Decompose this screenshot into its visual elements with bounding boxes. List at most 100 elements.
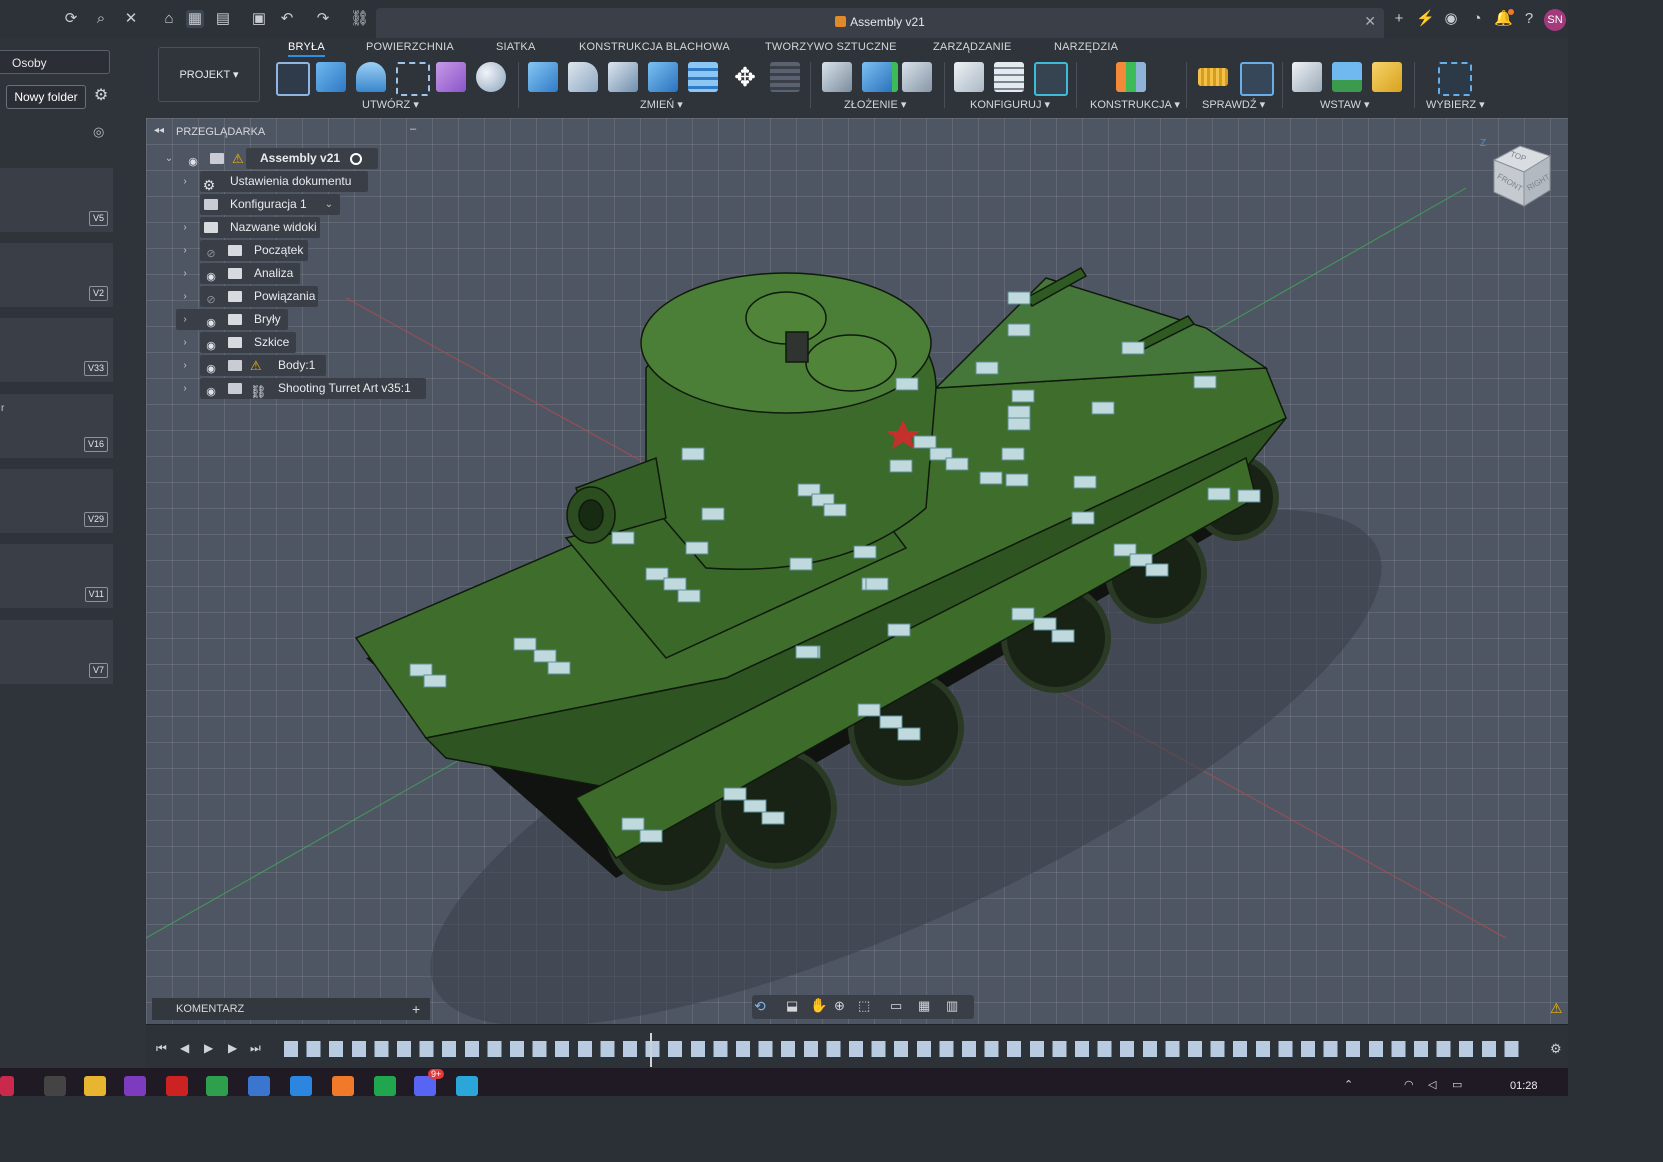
- file-card[interactable]: V2: [0, 243, 113, 307]
- go-to-start-icon[interactable]: ⏮: [156, 1041, 167, 1056]
- chevron-right-icon[interactable]: ›: [180, 240, 190, 261]
- fillet-icon[interactable]: [568, 62, 598, 92]
- eye-icon[interactable]: ◉: [204, 313, 218, 329]
- tab-close-icon[interactable]: ✕: [1364, 13, 1376, 30]
- configure-icon[interactable]: [954, 62, 984, 92]
- pan-icon[interactable]: ✋: [810, 997, 827, 1014]
- group-wybierz[interactable]: WYBIERZ ▾: [1426, 98, 1485, 111]
- opera-icon[interactable]: [166, 1076, 188, 1096]
- tree-root[interactable]: ⌄ ◉ ⚠ Assembly v21: [162, 148, 378, 169]
- tree-item[interactable]: › ◉ ⚠ Body:1: [180, 355, 326, 376]
- eye-icon[interactable]: ◉: [186, 152, 200, 168]
- select-window-icon[interactable]: [1438, 62, 1472, 96]
- file-card[interactable]: V11: [0, 544, 113, 608]
- activate-radio-icon[interactable]: [350, 153, 362, 165]
- revolve-icon[interactable]: [356, 62, 386, 92]
- view-cube[interactable]: TOP FRONT RIGHT: [1486, 142, 1552, 212]
- minimize-icon[interactable]: –: [410, 123, 416, 135]
- tree-item[interactable]: › ◉ Szkice: [180, 332, 296, 353]
- eye-icon[interactable]: ◉: [204, 336, 218, 352]
- new-tab-icon[interactable]: +: [1390, 10, 1408, 28]
- press-pull-icon[interactable]: [528, 62, 558, 92]
- app-icon[interactable]: [206, 1076, 228, 1096]
- tree-item[interactable]: Konfiguracja 1 ⌄: [180, 194, 340, 215]
- file-card[interactable]: V29: [0, 469, 113, 533]
- add-comment-icon[interactable]: +: [412, 998, 420, 1020]
- help-icon[interactable]: ?: [1520, 10, 1538, 28]
- offset-face-icon[interactable]: [688, 62, 718, 92]
- volume-icon[interactable]: ◁: [1428, 1078, 1436, 1091]
- tab-siatka[interactable]: SIATKA: [496, 41, 536, 53]
- chevron-right-icon[interactable]: ›: [180, 171, 190, 192]
- version-badge[interactable]: V2: [88, 286, 108, 301]
- eye-hidden-icon[interactable]: ⊘: [204, 244, 218, 260]
- chevron-down-icon[interactable]: ⌄: [324, 194, 334, 215]
- file-card[interactable]: r V16: [0, 394, 113, 458]
- combine-icon[interactable]: [648, 62, 678, 92]
- link-tool-icon[interactable]: ⛓: [350, 10, 369, 28]
- collapse-panel-icon[interactable]: ◂◂: [154, 125, 164, 136]
- group-konfiguruj[interactable]: KONFIGURUJ ▾: [970, 98, 1050, 111]
- sphere-icon[interactable]: [476, 62, 506, 92]
- tree-item[interactable]: › Nazwane widoki: [180, 217, 320, 238]
- shell-icon[interactable]: [608, 62, 638, 92]
- wifi-icon[interactable]: ◠: [1404, 1078, 1414, 1091]
- notion-icon[interactable]: [44, 1076, 66, 1096]
- group-konstrukcja[interactable]: KONSTRUKCJA ▾: [1090, 98, 1180, 111]
- tab-narzedzia[interactable]: NARZĘDZIA: [1054, 41, 1118, 53]
- insert-image-icon[interactable]: [1332, 62, 1362, 92]
- tab-zarzadzanie[interactable]: ZARZĄDZANIE: [933, 41, 1012, 53]
- file-card[interactable]: V7: [0, 620, 113, 684]
- eye-icon[interactable]: ◉: [204, 267, 218, 283]
- start-icon[interactable]: [0, 1076, 14, 1096]
- section-analysis-icon[interactable]: [1240, 62, 1274, 96]
- play-icon[interactable]: ▶: [204, 1041, 213, 1055]
- app-icon[interactable]: [248, 1076, 270, 1096]
- app-icon[interactable]: [124, 1076, 146, 1096]
- go-to-end-icon[interactable]: ⏭: [250, 1041, 261, 1056]
- timeline-marker[interactable]: [650, 1033, 652, 1067]
- eye-icon[interactable]: ◉: [204, 359, 218, 375]
- tree-item[interactable]: › ⚙ Ustawienia dokumentu: [180, 171, 368, 193]
- grid-settings-icon[interactable]: ▦: [918, 998, 930, 1014]
- version-badge[interactable]: V7: [88, 663, 108, 678]
- timeline-feature-icons[interactable]: [284, 1041, 1524, 1057]
- tab-bryla[interactable]: BRYŁA: [288, 41, 325, 57]
- close-icon[interactable]: ✕: [122, 10, 140, 28]
- create-sketch-icon[interactable]: [276, 62, 310, 96]
- tree-item[interactable]: › ⊘ Powiązania: [180, 286, 318, 307]
- version-badge[interactable]: V5: [88, 211, 108, 226]
- home-icon[interactable]: ⌂: [160, 10, 178, 28]
- chevron-right-icon[interactable]: ›: [180, 217, 190, 238]
- zoom-icon[interactable]: ⊕: [834, 998, 845, 1014]
- pattern-icon[interactable]: [396, 62, 430, 96]
- version-badge[interactable]: V16: [83, 437, 108, 452]
- group-sprawdz[interactable]: SPRAWDŹ ▾: [1202, 98, 1265, 111]
- tree-item[interactable]: › ◉ Bryły: [176, 309, 288, 330]
- chevron-down-icon[interactable]: ⌄: [164, 148, 174, 169]
- step-forward-icon[interactable]: ▶: [228, 1041, 237, 1055]
- viewports-icon[interactable]: ▥: [946, 998, 958, 1014]
- settings-gear-icon[interactable]: ⚙: [92, 87, 110, 105]
- clock[interactable]: 01:28: [1510, 1080, 1538, 1092]
- chevron-right-icon[interactable]: ›: [180, 263, 190, 284]
- group-zmien[interactable]: ZMIEŃ ▾: [640, 98, 683, 111]
- file-explorer-icon[interactable]: [84, 1076, 106, 1096]
- version-badge[interactable]: V11: [84, 587, 108, 602]
- insert-mesh-icon[interactable]: [1372, 62, 1402, 92]
- globe-icon[interactable]: ◎: [93, 124, 109, 140]
- refresh-icon[interactable]: ⟳: [62, 10, 80, 28]
- comments-panel[interactable]: KOMENTARZ +: [152, 998, 430, 1020]
- edge-icon[interactable]: [456, 1076, 478, 1096]
- document-tab[interactable]: Assembly v21 ✕: [376, 8, 1384, 38]
- file-card[interactable]: V5: [0, 168, 113, 232]
- file-menu-icon[interactable]: ▤: [214, 10, 232, 28]
- save-icon[interactable]: ▣: [250, 10, 268, 28]
- version-badge[interactable]: V33: [83, 361, 108, 376]
- eye-icon[interactable]: ◉: [204, 382, 218, 398]
- tab-konstrukcja-blachowa[interactable]: KONSTRUKCJA BLACHOWA: [579, 41, 730, 53]
- chevron-right-icon[interactable]: ›: [180, 332, 190, 353]
- look-at-icon[interactable]: ⬓: [786, 998, 798, 1014]
- joint-icon[interactable]: [822, 62, 852, 92]
- online-status-icon[interactable]: ◉: [1442, 10, 1460, 28]
